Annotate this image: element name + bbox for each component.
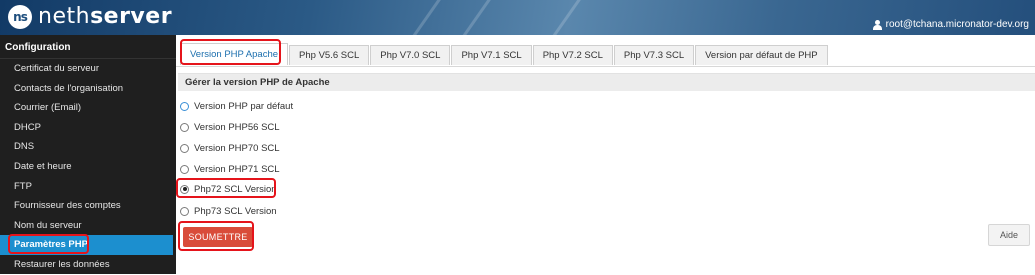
tab-version-par-defaut[interactable]: Version par défaut de PHP <box>695 45 828 65</box>
sidebar-item-restaurer[interactable]: Restaurer les données <box>0 255 176 275</box>
radio-button[interactable] <box>180 164 189 174</box>
radio-option-php70[interactable]: Version PHP70 SCL <box>180 141 280 155</box>
radio-label: Version PHP70 SCL <box>194 142 280 154</box>
brand-name: nethserver <box>38 4 172 29</box>
nethserver-logo-icon: ns <box>8 4 32 29</box>
highlight-sidebar-active <box>8 234 89 254</box>
header-decoration <box>444 0 499 35</box>
radio-option-default[interactable]: Version PHP par défaut <box>180 99 293 113</box>
radio-button[interactable] <box>180 101 189 111</box>
radio-label: Version PHP71 SCL <box>194 163 280 175</box>
radio-option-php73[interactable]: Php73 SCL Version <box>180 204 277 218</box>
sidebar-item-courrier[interactable]: Courrier (Email) <box>0 98 176 118</box>
tab-underline <box>176 66 1035 67</box>
radio-button[interactable] <box>180 122 189 132</box>
brand-name-bold: server <box>90 4 173 29</box>
app-header: ns nethserver root@tchana.micronator-dev… <box>0 0 1035 35</box>
radio-label: Version PHP par défaut <box>194 100 294 112</box>
sidebar-item-date-heure[interactable]: Date et heure <box>0 157 176 177</box>
sidebar-item-dhcp[interactable]: DHCP <box>0 118 176 138</box>
brand-logo[interactable]: ns nethserver <box>8 4 172 29</box>
sidebar-heading: Configuration <box>0 35 176 59</box>
header-decoration <box>534 0 589 35</box>
main-content: Version PHP Apache Php V5.6 SCL Php V7.0… <box>176 35 1035 274</box>
sidebar-item-fournisseur[interactable]: Fournisseur des comptes <box>0 196 176 216</box>
highlight-active-tab <box>180 39 281 65</box>
highlight-submit-button <box>178 221 254 251</box>
radio-label: Version PHP56 SCL <box>194 121 280 133</box>
sidebar-item-contacts[interactable]: Contacts de l'organisation <box>0 79 176 99</box>
tab-php-v70-scl[interactable]: Php V7.0 SCL <box>370 45 451 65</box>
sidebar-item-nom-serveur[interactable]: Nom du serveur <box>0 216 176 236</box>
sidebar-item-dns[interactable]: DNS <box>0 137 176 157</box>
user-menu[interactable]: root@tchana.micronator-dev.org <box>872 19 1029 30</box>
radio-button[interactable] <box>180 143 189 153</box>
radio-label: Php73 SCL Version <box>194 205 277 217</box>
header-decoration <box>394 0 449 35</box>
radio-option-php71[interactable]: Version PHP71 SCL <box>180 162 280 176</box>
brand-name-thin: neth <box>38 4 91 29</box>
panel-title: Gérer la version PHP de Apache <box>178 73 1035 91</box>
tab-php-v72-scl[interactable]: Php V7.2 SCL <box>532 45 613 65</box>
user-name: root@tchana.micronator-dev.org <box>885 19 1029 30</box>
tab-php-v73-scl[interactable]: Php V7.3 SCL <box>613 45 695 65</box>
user-icon <box>872 19 882 30</box>
radio-option-php56[interactable]: Version PHP56 SCL <box>180 120 280 134</box>
tab-php-v56-scl[interactable]: Php V5.6 SCL <box>289 45 370 65</box>
sidebar-item-ftp[interactable]: FTP <box>0 177 176 197</box>
sidebar-item-certificat[interactable]: Certificat du serveur <box>0 59 176 79</box>
help-button[interactable]: Aide <box>988 224 1030 246</box>
radio-button[interactable] <box>180 206 189 216</box>
tab-php-v71-scl[interactable]: Php V7.1 SCL <box>451 45 532 65</box>
highlight-selected-option <box>176 178 276 198</box>
